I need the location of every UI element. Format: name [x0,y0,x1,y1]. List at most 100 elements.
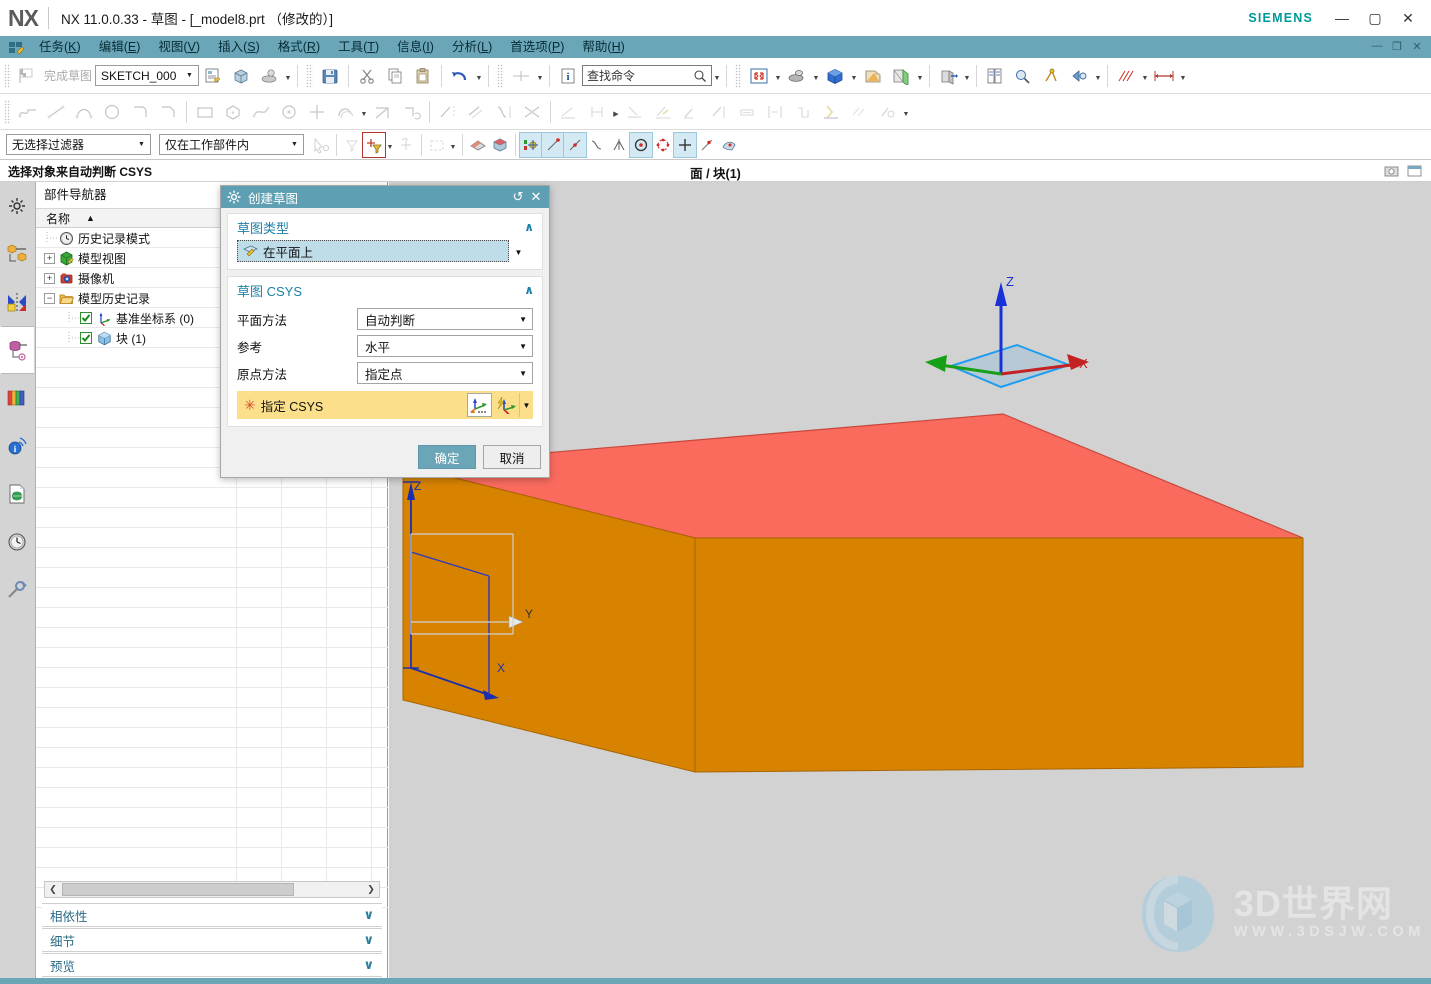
tree-node-checkbox[interactable] [80,332,92,344]
toolbar-grip-2[interactable] [306,63,314,88]
zoom-pan-dropdown[interactable]: ▼ [811,63,821,89]
menu-item-9[interactable]: 帮助(H) [573,37,633,57]
cut-icon[interactable] [353,62,381,90]
analysis-icon[interactable] [1037,62,1065,90]
sketch-toolbar-grip[interactable] [4,99,11,124]
select-csys-icon[interactable] [467,393,492,417]
undo-icon[interactable] [446,62,474,90]
pattern-icon[interactable] [1112,62,1140,90]
snap-point-on-face-icon[interactable] [718,133,740,157]
move-object-icon[interactable] [934,62,962,90]
command-search-input[interactable]: 查找命令 [582,65,713,86]
dimension-icon[interactable] [1150,62,1178,90]
resource-bar-assembly-icon[interactable] [0,230,34,278]
maximize-button[interactable]: ▢ [1360,6,1390,30]
resource-bar-info-icon[interactable]: i [0,422,34,470]
menu-item-3[interactable]: 插入(S) [209,37,269,57]
assembly-navigator-icon[interactable] [981,62,1009,90]
doc-restore-button[interactable]: ❐ [1389,38,1405,54]
resource-bar-history-icon[interactable] [0,518,34,566]
menu-item-8[interactable]: 首选项(P) [501,37,573,57]
resource-bar-settings-icon[interactable] [0,182,34,230]
render-dropdown[interactable]: ▼ [1093,63,1103,89]
navigator-panel-2[interactable]: 预览 ∨ [42,953,382,977]
section-view-dropdown[interactable]: ▼ [915,63,925,89]
menu-item-4[interactable]: 格式(R) [269,37,329,57]
fit-view-icon[interactable] [745,62,773,90]
selection-filter-combo[interactable]: 无选择过滤器 ▼ [6,134,151,155]
close-button[interactable]: ✕ [1393,6,1423,30]
resource-bar-constraint-icon[interactable] [0,278,34,326]
doc-close-button[interactable]: ✕ [1409,38,1425,54]
selection-scope-combo[interactable]: 仅在工作部件内 ▼ [159,134,304,155]
fit-view-dropdown[interactable]: ▼ [773,63,783,89]
navigator-horizontal-scrollbar[interactable]: ❮ ❯ [44,881,380,898]
move-object-dropdown[interactable]: ▼ [962,63,972,89]
resource-bar-tools-icon[interactable] [0,566,34,614]
shaded-view-dropdown[interactable]: ▼ [849,63,859,89]
dialog-reset-button[interactable]: ↺ [509,188,527,206]
resource-bar-reuse-library-icon[interactable] [0,374,34,422]
menu-item-0[interactable]: 任务(K) [30,37,90,57]
toolbar-grip-3[interactable] [497,63,505,88]
body-select-icon[interactable] [489,133,511,157]
reference-select[interactable]: 水平 ▼ [357,335,533,357]
menu-item-7[interactable]: 分析(L) [443,37,501,57]
shaded-view-icon[interactable] [821,62,849,90]
snap-midpoint-icon[interactable] [563,131,587,158]
tree-node-checkbox[interactable] [80,312,92,324]
tree-expander[interactable]: + [44,252,55,264]
snap-arc-center-icon[interactable] [629,131,653,158]
snap-existing-point-icon[interactable] [673,131,697,158]
menu-item-6[interactable]: 信息(I) [388,37,443,57]
toolbar-grip[interactable] [4,63,11,88]
app-menu-icon[interactable] [4,37,30,57]
snap-point-filter-icon[interactable] [362,131,386,158]
face-select-icon[interactable] [467,133,489,157]
cancel-button[interactable]: 取消 [483,445,541,469]
specify-csys-row[interactable]: ✳ 指定 CSYS ▼ [237,391,533,419]
undo-dropdown[interactable]: ▼ [474,63,484,89]
save-icon[interactable] [316,62,344,90]
snap-endpoint-icon[interactable] [541,131,565,158]
info-icon[interactable]: i [554,62,582,90]
origin-method-select[interactable]: 指定点 ▼ [357,362,533,384]
dialog-title-bar[interactable]: 创建草图 ↺ ✕ [221,186,549,208]
snap-point-on-curve-icon[interactable] [696,133,718,157]
zoom-pan-icon[interactable] [783,62,811,90]
paste-icon[interactable] [409,62,437,90]
snap-quadrant-icon[interactable] [652,133,674,157]
toolbar-grip-4[interactable] [735,63,743,88]
orient-view-icon[interactable] [255,62,283,90]
sketch-type-group-header[interactable]: 草图类型 ∧ [228,214,542,240]
pattern-dropdown[interactable]: ▼ [1140,63,1150,89]
ok-button[interactable]: 确定 [418,445,476,469]
sketch-type-combo[interactable]: 在平面上 ▼ [237,240,522,262]
sketch-settings-icon[interactable] [199,62,227,90]
scrollbar-thumb[interactable] [62,883,294,896]
dialog-close-button[interactable]: ✕ [527,188,545,206]
navigator-panel-0[interactable]: 相依性 ∨ [42,903,382,927]
plane-method-select[interactable]: 自动判断 ▼ [357,308,533,330]
view-part-icon[interactable] [227,62,255,90]
resource-bar-web-browser-icon[interactable] [0,470,34,518]
search-dropdown[interactable]: ▼ [712,63,722,89]
orient-view-dropdown[interactable]: ▼ [283,63,293,89]
minimize-button[interactable]: — [1327,6,1357,30]
snap-point-dropdown[interactable]: ▼ [385,132,395,158]
menu-item-5[interactable]: 工具(T) [329,37,388,57]
render-icon[interactable] [1065,62,1093,90]
menu-item-2[interactable]: 视图(V) [149,37,209,57]
navigator-panel-1[interactable]: 细节 ∨ [42,928,382,952]
background-color-icon[interactable] [859,62,887,90]
snap-intersection-icon[interactable] [608,133,630,157]
snap-inferred-point-icon[interactable] [519,131,543,158]
csys-dialog-icon[interactable] [493,393,518,417]
doc-minimize-button[interactable]: — [1369,38,1385,54]
section-view-icon[interactable] [887,62,915,90]
tree-expander[interactable]: − [44,292,55,304]
measure-icon[interactable] [1009,62,1037,90]
menu-item-1[interactable]: 编辑(E) [90,37,150,57]
scroll-left-button[interactable]: ❮ [45,882,61,897]
resource-bar-part-navigator-icon[interactable] [0,326,34,374]
